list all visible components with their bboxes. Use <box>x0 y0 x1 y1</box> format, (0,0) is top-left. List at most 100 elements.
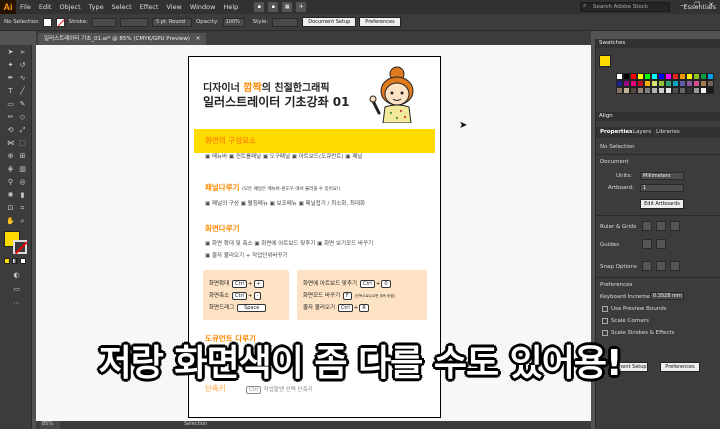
preferences-panel-button[interactable]: Preferences <box>660 362 700 372</box>
stock-icon[interactable]: ▪ <box>268 2 279 12</box>
lasso-icon[interactable]: ↺ <box>18 61 27 70</box>
swatch-color[interactable] <box>665 73 672 80</box>
swatch-color[interactable] <box>672 80 679 87</box>
menu-object[interactable]: Object <box>55 3 84 11</box>
fill-swatch[interactable] <box>42 17 52 27</box>
lock-guides-icon[interactable] <box>656 239 666 249</box>
swatch-color[interactable] <box>616 80 623 87</box>
swatch-color[interactable] <box>637 87 644 94</box>
hand-tool-icon[interactable]: ✋ <box>6 217 15 226</box>
close-tab-icon[interactable]: ✕ <box>196 36 201 42</box>
snap-pixel-icon[interactable] <box>656 261 666 271</box>
direct-selection-tool-icon[interactable]: ➢ <box>18 48 27 57</box>
menu-file[interactable]: File <box>16 3 35 11</box>
document-setup-button[interactable]: Document Setup <box>302 17 357 27</box>
gradient-tool-icon[interactable]: ▥ <box>18 165 27 174</box>
swatch-color[interactable] <box>707 87 714 94</box>
menu-window[interactable]: Window <box>186 3 220 11</box>
mesh-tool-icon[interactable]: ⋕ <box>6 165 15 174</box>
free-transform-icon[interactable]: ⬚ <box>18 139 27 148</box>
close-icon[interactable]: ✕ <box>708 1 714 9</box>
opacity-input[interactable]: 100% <box>222 17 245 27</box>
style-select[interactable] <box>272 17 299 27</box>
slice-tool-icon[interactable]: ⌗ <box>18 204 27 213</box>
perspective-grid-icon[interactable]: ⊞ <box>18 152 27 161</box>
draw-mode-icon[interactable]: ◐ <box>12 271 21 280</box>
scale-tool-icon[interactable]: ⤢ <box>18 126 27 135</box>
grid-icon[interactable] <box>656 221 666 231</box>
arrange-icon[interactable]: ▦ <box>282 2 293 12</box>
swatch-color[interactable] <box>700 87 707 94</box>
swatch-color[interactable] <box>679 80 686 87</box>
swatch-color[interactable] <box>665 80 672 87</box>
swatch-color[interactable] <box>616 87 623 94</box>
swatch-color[interactable] <box>623 73 630 80</box>
graph-tool-icon[interactable]: ▮ <box>18 191 27 200</box>
eyedropper-icon[interactable]: ⚲ <box>6 178 15 187</box>
swatch-color[interactable] <box>630 80 637 87</box>
swatch-fill-preview[interactable] <box>599 55 611 67</box>
swatch-color[interactable] <box>693 87 700 94</box>
shape-builder-icon[interactable]: ⊕ <box>6 152 15 161</box>
rectangle-tool-icon[interactable]: ▭ <box>6 100 15 109</box>
swatch-color[interactable] <box>686 80 693 87</box>
swatch-color[interactable] <box>672 73 679 80</box>
paintbrush-icon[interactable]: ✎ <box>18 100 27 109</box>
scale-corners-checkbox[interactable] <box>602 318 608 324</box>
ruler-icon[interactable] <box>642 221 652 231</box>
align-panel-title[interactable]: Align <box>596 112 720 121</box>
transparency-grid-icon[interactable] <box>670 221 680 231</box>
swatch-color[interactable] <box>644 80 651 87</box>
swatch-color[interactable] <box>672 87 679 94</box>
stock-search-input[interactable]: Search Adobe Stock <box>580 2 670 12</box>
swatch-color[interactable] <box>679 87 686 94</box>
swatch-color[interactable] <box>707 80 714 87</box>
variable-width-select[interactable] <box>119 17 148 27</box>
preferences-button[interactable]: Preferences <box>359 17 401 27</box>
width-tool-icon[interactable]: ⋈ <box>6 139 15 148</box>
menu-view[interactable]: View <box>162 3 185 11</box>
pen-tool-icon[interactable]: ✒ <box>6 74 15 83</box>
swatch-color[interactable] <box>700 80 707 87</box>
swatch-color[interactable] <box>707 73 714 80</box>
swatch-color[interactable] <box>693 80 700 87</box>
swatch-color[interactable] <box>644 73 651 80</box>
more-tools-icon[interactable]: ⋯ <box>12 299 21 308</box>
bridge-icon[interactable]: ▪ <box>254 2 265 12</box>
swatch-color[interactable] <box>679 73 686 80</box>
menu-type[interactable]: Type <box>85 3 108 11</box>
type-tool-icon[interactable]: T <box>6 87 15 96</box>
brush-select[interactable]: 5 pt. Round <box>151 17 192 27</box>
swatch-color[interactable] <box>651 73 658 80</box>
swatch-color[interactable] <box>665 87 672 94</box>
line-tool-icon[interactable]: ╱ <box>18 87 27 96</box>
swatch-color[interactable] <box>658 87 665 94</box>
keyboard-increment-input[interactable]: 0.3528 mm <box>650 292 684 300</box>
swatches-panel-title[interactable]: Swatches <box>596 39 720 48</box>
zoom-tool-icon[interactable]: ⌕ <box>18 217 27 226</box>
artboard-tool-icon[interactable]: ⊡ <box>6 204 15 213</box>
selection-tool-icon[interactable]: ➤ <box>6 48 15 57</box>
snap-point-icon[interactable] <box>642 261 652 271</box>
menu-help[interactable]: Help <box>219 3 242 11</box>
snap-glyph-icon[interactable] <box>670 261 680 271</box>
none-mode-icon[interactable] <box>20 258 26 264</box>
gpu-icon[interactable]: ✈ <box>296 2 307 12</box>
menu-edit[interactable]: Edit <box>35 3 56 11</box>
swatch-color[interactable] <box>651 87 658 94</box>
eraser-icon[interactable]: ◇ <box>18 113 27 122</box>
menu-effect[interactable]: Effect <box>136 3 163 11</box>
tab-document[interactable]: 일러스트레이터 기초_01.ai* @ 85% (CMYK/GPU Previe… <box>38 33 207 45</box>
stroke-weight-input[interactable] <box>91 17 116 27</box>
swatch-grid[interactable] <box>616 73 716 103</box>
tab-libraries[interactable]: Libraries <box>656 129 680 135</box>
magic-wand-icon[interactable]: ✦ <box>6 61 15 70</box>
swatch-color[interactable] <box>686 87 693 94</box>
preview-bounds-checkbox[interactable] <box>602 306 608 312</box>
swatch-color[interactable] <box>658 80 665 87</box>
screen-mode-icon[interactable]: ▭ <box>12 285 21 294</box>
swatch-color[interactable] <box>637 73 644 80</box>
restore-icon[interactable]: ❐ <box>694 1 700 9</box>
rotate-tool-icon[interactable]: ⟲ <box>6 126 15 135</box>
artboard-select[interactable]: 1 <box>640 184 684 192</box>
